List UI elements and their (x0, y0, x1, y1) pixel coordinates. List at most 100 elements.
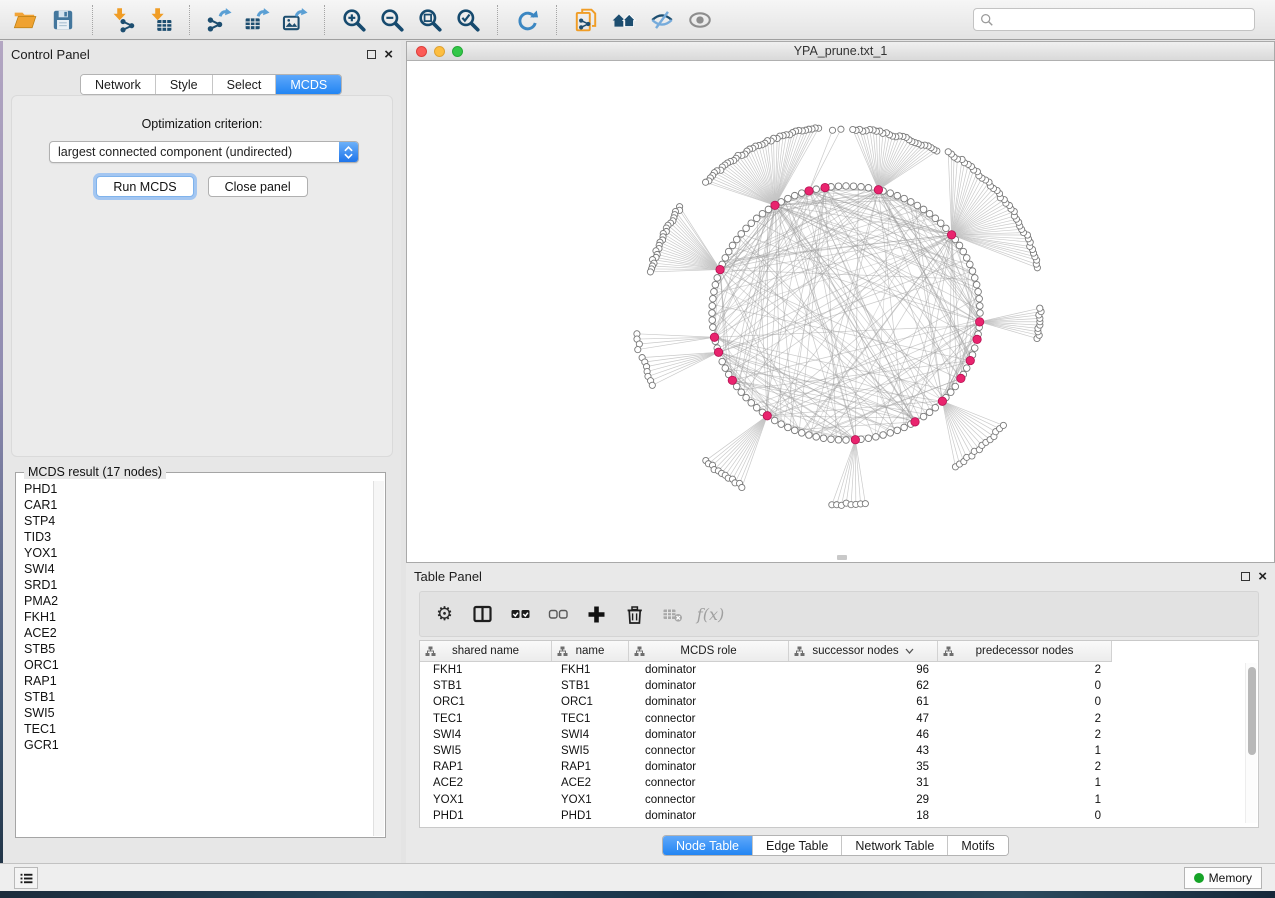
network-node[interactable] (820, 435, 827, 442)
table-row[interactable]: RAP1RAP1dominator352 (420, 759, 1258, 775)
network-node[interactable] (973, 281, 980, 288)
memory-button[interactable]: Memory (1184, 867, 1262, 889)
network-node[interactable] (714, 275, 721, 282)
mcds-hub-node[interactable] (975, 318, 983, 326)
mcds-result-list[interactable]: PHD1CAR1STP4TID3YOX1SWI4SRD1PMA2FKH1ACE2… (17, 481, 373, 836)
network-node[interactable] (711, 288, 718, 295)
network-node[interactable] (887, 430, 894, 437)
export-image-button[interactable] (276, 3, 314, 37)
network-node[interactable] (798, 190, 805, 197)
network-window-titlebar[interactable]: YPA_prune.txt_1 (407, 41, 1274, 61)
network-node[interactable] (952, 383, 959, 390)
import-table-button[interactable] (141, 3, 179, 37)
tab-network[interactable]: Network (81, 75, 156, 94)
tab-network-table[interactable]: Network Table (842, 836, 948, 855)
table-row[interactable]: PHD1PHD1dominator180 (420, 808, 1258, 824)
mcds-hub-node[interactable] (728, 376, 736, 384)
network-node[interactable] (791, 192, 798, 199)
network-leaf-node[interactable] (945, 149, 951, 155)
network-node[interactable] (733, 236, 740, 243)
network-leaf-node[interactable] (649, 382, 655, 388)
node-table-scrollbar[interactable] (1245, 663, 1257, 823)
tab-select[interactable]: Select (213, 75, 277, 94)
mcds-hub-node[interactable] (763, 412, 771, 420)
mcds-hub-node[interactable] (805, 187, 813, 195)
mcds-result-item[interactable]: GCR1 (24, 737, 373, 753)
network-node[interactable] (843, 437, 850, 444)
network-node[interactable] (722, 365, 729, 372)
network-node[interactable] (710, 295, 717, 302)
network-node[interactable] (710, 324, 717, 331)
network-node[interactable] (932, 404, 939, 411)
column-header-mcds_role[interactable]: MCDS role (629, 641, 789, 661)
tab-mcds[interactable]: MCDS (276, 75, 341, 94)
tab-node-table[interactable]: Node Table (663, 836, 753, 855)
mcds-result-item[interactable]: STP4 (24, 513, 373, 529)
network-node[interactable] (943, 225, 950, 232)
mcds-result-item[interactable]: ACE2 (24, 625, 373, 641)
network-leaf-node[interactable] (647, 269, 653, 275)
column-header-name[interactable]: name (552, 641, 629, 661)
network-node[interactable] (920, 206, 927, 213)
network-node[interactable] (966, 261, 973, 268)
network-node[interactable] (828, 436, 835, 443)
mcds-hub-node[interactable] (710, 333, 718, 341)
table-row[interactable]: YOX1YOX1connector291 (420, 792, 1258, 808)
refresh-view-button[interactable] (508, 3, 546, 37)
select-all-button[interactable] (506, 598, 535, 630)
network-node[interactable] (835, 183, 842, 190)
tab-edge-table[interactable]: Edge Table (753, 836, 842, 855)
mcds-result-item[interactable]: CAR1 (24, 497, 373, 513)
network-node[interactable] (709, 310, 716, 317)
table-row[interactable]: FKH1FKH1dominator962 (420, 662, 1258, 678)
network-leaf-node[interactable] (850, 126, 856, 132)
mcds-result-item[interactable]: PMA2 (24, 593, 373, 609)
mcds-hub-node[interactable] (716, 265, 724, 273)
function-builder-button[interactable]: f(x) (696, 598, 725, 630)
float-panel-icon[interactable] (1241, 572, 1250, 581)
network-node[interactable] (865, 435, 872, 442)
mcds-result-item[interactable]: RAP1 (24, 673, 373, 689)
mcds-hub-node[interactable] (911, 418, 919, 426)
network-node[interactable] (976, 295, 983, 302)
network-node[interactable] (926, 409, 933, 416)
clear-table-button[interactable] (658, 598, 687, 630)
network-node[interactable] (753, 215, 760, 222)
table-row[interactable]: ACE2ACE2connector311 (420, 775, 1258, 791)
import-network-button[interactable] (103, 3, 141, 37)
mcds-result-item[interactable]: FKH1 (24, 609, 373, 625)
table-settings-button[interactable]: ⚙ (430, 598, 459, 630)
network-node[interactable] (960, 248, 967, 255)
network-hscroll-thumb[interactable] (837, 555, 847, 560)
clone-network-button[interactable] (567, 3, 605, 37)
search-box[interactable] (973, 8, 1255, 31)
mcds-hub-node[interactable] (851, 435, 859, 443)
mcds-hub-node[interactable] (821, 183, 829, 191)
close-panel-button[interactable]: Close panel (208, 176, 308, 197)
network-leaf-node[interactable] (702, 179, 708, 185)
deselect-all-button[interactable] (544, 598, 573, 630)
sort-arrow-icon[interactable] (905, 648, 914, 654)
scrollbar-thumb[interactable] (1248, 667, 1256, 755)
network-node[interactable] (937, 220, 944, 227)
mcds-result-item[interactable]: SWI5 (24, 705, 373, 721)
network-node[interactable] (975, 288, 982, 295)
network-node[interactable] (865, 184, 872, 191)
network-node[interactable] (977, 310, 984, 317)
network-node[interactable] (873, 434, 880, 441)
column-header-shared_name[interactable]: shared name (420, 641, 552, 661)
zoom-in-button[interactable] (335, 3, 373, 37)
network-node[interactable] (969, 268, 976, 275)
network-node[interactable] (743, 394, 750, 401)
show-graphics-details-button[interactable] (681, 3, 719, 37)
run-mcds-button[interactable]: Run MCDS (96, 176, 193, 197)
network-node[interactable] (738, 231, 745, 238)
table-row[interactable]: STB1STB1dominator620 (420, 678, 1258, 694)
network-node[interactable] (743, 225, 750, 232)
network-node[interactable] (976, 303, 983, 310)
search-input[interactable] (998, 13, 1248, 27)
mcds-hub-node[interactable] (966, 356, 974, 364)
mcds-result-item[interactable]: ORC1 (24, 657, 373, 673)
network-node[interactable] (738, 389, 745, 396)
network-leaf-node[interactable] (862, 501, 868, 507)
